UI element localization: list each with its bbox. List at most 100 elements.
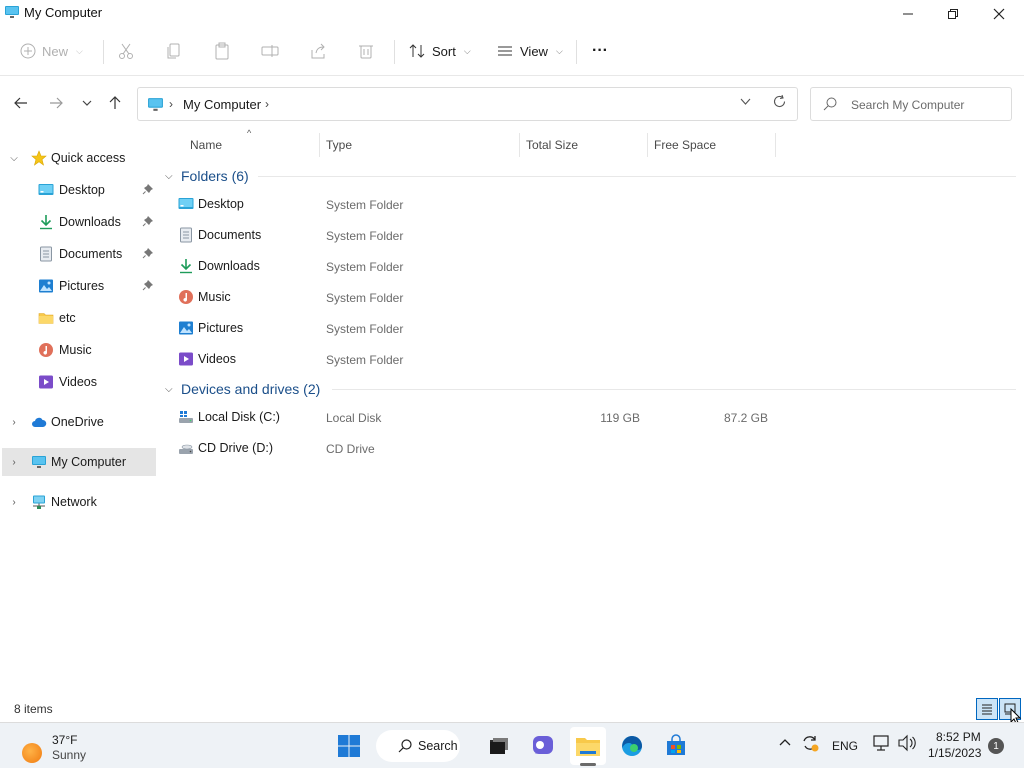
item-free-space: 87.2 GB [723, 411, 768, 425]
sidebar-item-label: Downloads [59, 215, 121, 229]
chevron-down-icon: ⌵ [165, 170, 173, 182]
group-title: Devices and drives (2) [181, 381, 321, 397]
sidebar-item-onedrive[interactable]: › OneDrive [2, 408, 156, 436]
column-divider[interactable] [647, 133, 648, 157]
network-status-button[interactable] [872, 734, 892, 755]
back-button[interactable] [10, 92, 32, 114]
column-header-total-size[interactable]: Total Size [526, 133, 578, 157]
forward-button[interactable] [45, 92, 67, 114]
copy-button[interactable] [165, 38, 183, 64]
list-item[interactable]: Videos System Folder [174, 345, 774, 373]
pin-icon[interactable] [142, 279, 154, 291]
rename-button[interactable] [261, 38, 279, 64]
paste-button[interactable] [213, 38, 231, 64]
item-type: CD Drive [326, 442, 375, 456]
pin-icon[interactable] [142, 183, 154, 195]
microsoft-store-button[interactable] [661, 731, 691, 761]
volume-button[interactable] [897, 734, 917, 755]
delete-button[interactable] [357, 38, 375, 64]
teams-chat-button[interactable] [528, 731, 558, 761]
column-header-label: Name [190, 138, 223, 152]
breadcrumb-separator[interactable]: › [169, 97, 173, 111]
share-button[interactable] [309, 38, 327, 64]
details-view-button[interactable] [976, 698, 998, 720]
group-header-devices-and-drives[interactable]: ⌵ Devices and drives (2) [165, 378, 320, 400]
weather-sun-icon[interactable] [22, 743, 42, 763]
sidebar-item-network[interactable]: › Network [2, 488, 156, 516]
column-header-label: Total Size [526, 138, 579, 152]
column-divider[interactable] [775, 133, 776, 157]
sidebar-item-pictures[interactable]: Pictures [2, 272, 156, 300]
search-input[interactable]: Search My Computer [810, 87, 1012, 121]
breadcrumb-separator[interactable]: › [265, 97, 269, 111]
column-header-name[interactable]: Name [190, 133, 222, 157]
view-button[interactable]: View ⌵ [496, 38, 563, 64]
more-options-button[interactable]: ··· [592, 38, 608, 64]
recent-locations-button[interactable] [76, 92, 98, 114]
sort-ascending-icon: ^ [247, 128, 252, 138]
chevron-down-icon: ⌵ [76, 45, 83, 56]
taskbar-search-label: Search [418, 739, 458, 753]
column-header-free-space[interactable]: Free Space [654, 133, 716, 157]
edge-browser-button[interactable] [617, 731, 647, 761]
start-button[interactable] [334, 731, 364, 761]
sidebar-item-quick-access[interactable]: ⌵ Quick access [2, 144, 156, 172]
list-item[interactable]: Downloads System Folder [174, 252, 774, 280]
chevron-down-icon[interactable]: ⌵ [8, 153, 20, 164]
weather-condition[interactable]: Sunny [52, 748, 86, 762]
sort-button[interactable]: Sort ⌵ [408, 38, 471, 64]
weather-temperature[interactable]: 37°F [52, 733, 77, 747]
address-history-button[interactable] [740, 96, 751, 110]
maximize-button[interactable] [930, 0, 976, 28]
list-item[interactable]: Desktop System Folder [174, 190, 774, 218]
minimize-button[interactable] [885, 0, 931, 28]
sidebar-item-videos[interactable]: Videos [2, 368, 156, 396]
clock-time[interactable]: 8:52 PM [936, 730, 981, 744]
sync-status-button[interactable] [800, 733, 820, 756]
address-bar[interactable]: › My Computer › [137, 87, 798, 121]
group-header-folders[interactable]: ⌵ Folders (6) [165, 165, 249, 187]
sidebar-item-etc[interactable]: etc [2, 304, 156, 332]
sidebar-item-downloads[interactable]: Downloads [2, 208, 156, 236]
new-button[interactable]: New ⌵ [20, 38, 83, 64]
column-header-type[interactable]: Type [326, 133, 352, 157]
view-label: View [520, 43, 548, 59]
list-item[interactable]: Music System Folder [174, 283, 774, 311]
chevron-right-icon[interactable]: › [8, 497, 20, 508]
cut-button[interactable] [117, 38, 135, 64]
chevron-right-icon[interactable]: › [8, 417, 20, 428]
refresh-button[interactable] [772, 94, 787, 113]
sidebar-item-label: Pictures [59, 279, 105, 293]
trash-icon [359, 45, 373, 59]
list-item[interactable]: Pictures System Folder [174, 314, 774, 342]
sidebar-item-label: Videos [59, 375, 97, 389]
sidebar-item-music[interactable]: Music [2, 336, 156, 364]
column-divider[interactable] [319, 133, 320, 157]
breadcrumb-my-computer[interactable]: My Computer [183, 97, 261, 112]
sidebar-item-documents[interactable]: Documents [2, 240, 156, 268]
rename-icon [261, 45, 279, 57]
item-name: Videos [198, 352, 236, 366]
close-button[interactable] [976, 0, 1022, 28]
list-item[interactable]: Documents System Folder [174, 221, 774, 249]
pin-icon[interactable] [142, 247, 154, 259]
up-button[interactable] [104, 92, 126, 114]
clock-date[interactable]: 1/15/2023 [928, 746, 981, 760]
copy-icon [167, 43, 180, 59]
chevron-right-icon[interactable]: › [8, 457, 20, 468]
pin-icon[interactable] [142, 215, 154, 227]
input-language-indicator[interactable]: ENG [832, 739, 858, 753]
file-explorer-taskbar-button[interactable] [573, 731, 603, 761]
task-view-button[interactable] [484, 731, 514, 761]
pictures-icon [39, 279, 53, 293]
taskbar-search-button[interactable]: Search [376, 730, 460, 762]
list-item[interactable]: Local Disk (C:) Local Disk 119 GB 87.2 G… [174, 403, 774, 431]
sidebar-item-desktop[interactable]: Desktop [2, 176, 156, 204]
column-divider[interactable] [519, 133, 520, 157]
group-divider [258, 176, 1016, 177]
notification-badge[interactable]: 1 [988, 738, 1004, 754]
search-icon [398, 739, 412, 753]
sidebar-item-my-computer[interactable]: › My Computer [2, 448, 156, 476]
show-hidden-icons-button[interactable] [778, 736, 792, 753]
list-item[interactable]: CD Drive (D:) CD Drive [174, 434, 774, 462]
